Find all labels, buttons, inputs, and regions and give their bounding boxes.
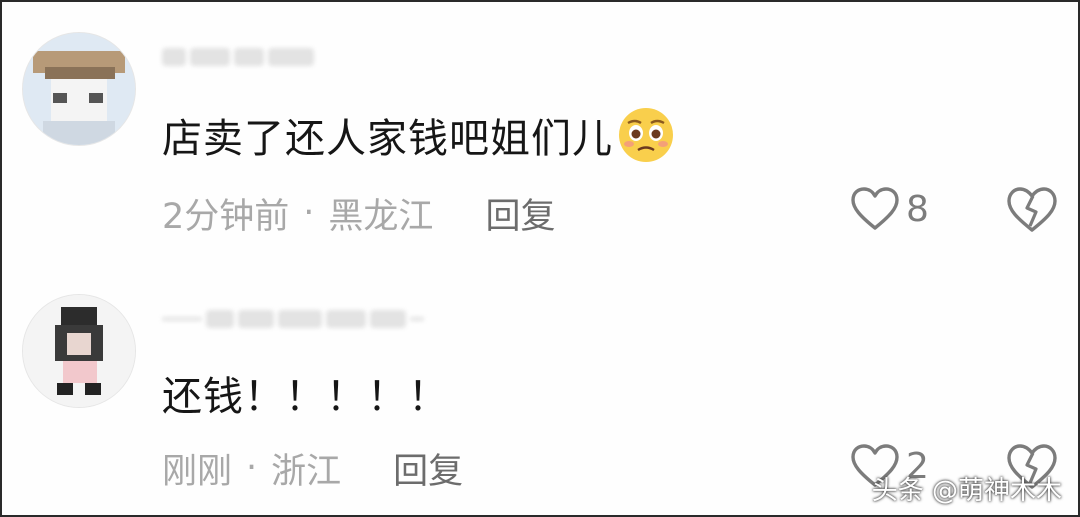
comment-time: 刚刚 bbox=[162, 451, 233, 492]
username-blurred[interactable] bbox=[162, 302, 424, 336]
avatar[interactable] bbox=[22, 32, 136, 146]
dislike-button[interactable] bbox=[1006, 186, 1058, 238]
comment-item: 店卖了还人家钱吧姐们儿 2分钟前 · 黑龙江 回复 8 bbox=[2, 2, 1078, 257]
pleading-face-emoji bbox=[619, 108, 673, 162]
broken-heart-icon bbox=[1007, 187, 1057, 232]
avatar-image bbox=[23, 295, 135, 407]
comment-text-content: 还钱！！！！！ bbox=[162, 374, 449, 420]
avatar[interactable] bbox=[22, 294, 136, 408]
reply-button[interactable]: 回复 bbox=[393, 443, 463, 494]
comment-meta: 2分钟前 · 黑龙江 回复 bbox=[162, 188, 555, 238]
like-button[interactable]: 8 bbox=[850, 186, 929, 232]
heart-icon bbox=[851, 187, 899, 230]
comment-text-content: 店卖了还人家钱吧姐们儿 bbox=[162, 116, 613, 162]
meta-separator: · bbox=[303, 193, 315, 233]
comments-panel: 店卖了还人家钱吧姐们儿 2分钟前 · 黑龙江 回复 8 还钱！！！！！ 刚刚 ·… bbox=[0, 0, 1080, 517]
username-blurred[interactable] bbox=[162, 40, 314, 74]
like-count: 8 bbox=[906, 188, 929, 230]
avatar-image bbox=[23, 33, 135, 145]
reply-button[interactable]: 回复 bbox=[485, 188, 555, 239]
comment-time: 2分钟前 bbox=[162, 196, 290, 237]
comment-meta: 刚刚 · 浙江 回复 bbox=[162, 443, 463, 493]
comment-location: 浙江 bbox=[271, 451, 342, 492]
watermark: 头条 @萌神木木 bbox=[871, 476, 1062, 506]
comment-location: 黑龙江 bbox=[328, 196, 434, 237]
meta-separator: · bbox=[246, 448, 258, 488]
comment-text: 店卖了还人家钱吧姐们儿 bbox=[162, 106, 675, 164]
comment-text: 还钱！！！！！ bbox=[162, 364, 449, 422]
